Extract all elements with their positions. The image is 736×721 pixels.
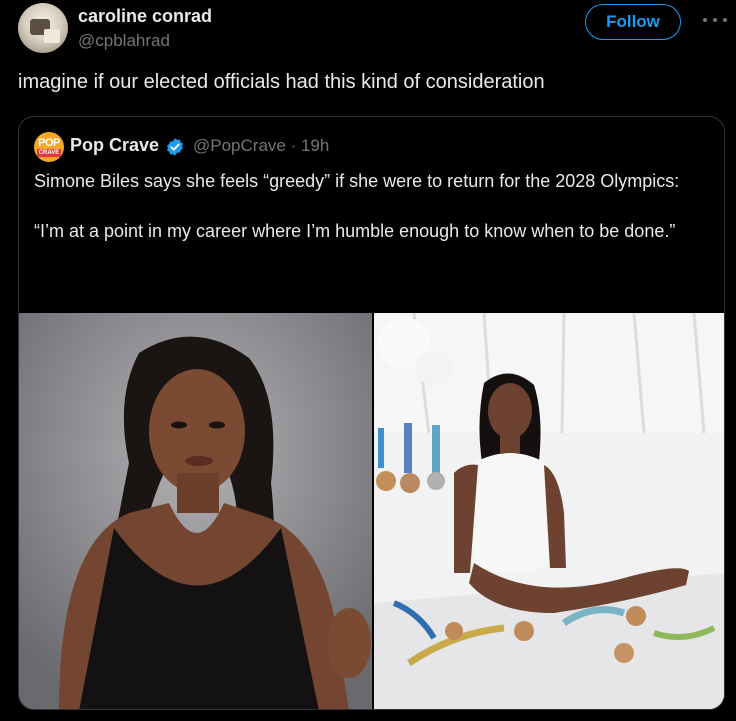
quote-text-paragraph: Simone Biles says she feels “greedy” if … — [34, 171, 680, 191]
portrait-illustration — [19, 313, 372, 709]
follow-button[interactable]: Follow — [585, 4, 681, 40]
verified-badge-icon — [167, 138, 183, 156]
tweet-text: imagine if our elected officials had thi… — [18, 71, 545, 93]
author-avatar[interactable] — [18, 3, 68, 53]
more-horizontal-icon[interactable] — [703, 10, 727, 30]
medals-illustration — [374, 313, 724, 709]
author-handle[interactable]: @cpblahrad — [78, 31, 170, 51]
avatar-detail — [44, 29, 60, 43]
quote-author-avatar[interactable]: POP CRAVE — [34, 132, 64, 162]
quote-author-name[interactable]: Pop Crave — [70, 135, 159, 156]
quoted-tweet-card[interactable]: POP CRAVE Pop Crave @PopCrave · 19h Simo… — [18, 116, 725, 710]
author-display-name[interactable]: caroline conrad — [78, 6, 212, 27]
quote-text-paragraph: “I’m at a point in my career where I’m h… — [34, 221, 676, 241]
photo-portrait[interactable] — [19, 313, 372, 709]
quote-author-handle-time[interactable]: @PopCrave · 19h — [193, 136, 329, 156]
photo-medals[interactable] — [374, 313, 724, 709]
quote-text: Simone Biles says she feels “greedy” if … — [34, 169, 694, 244]
